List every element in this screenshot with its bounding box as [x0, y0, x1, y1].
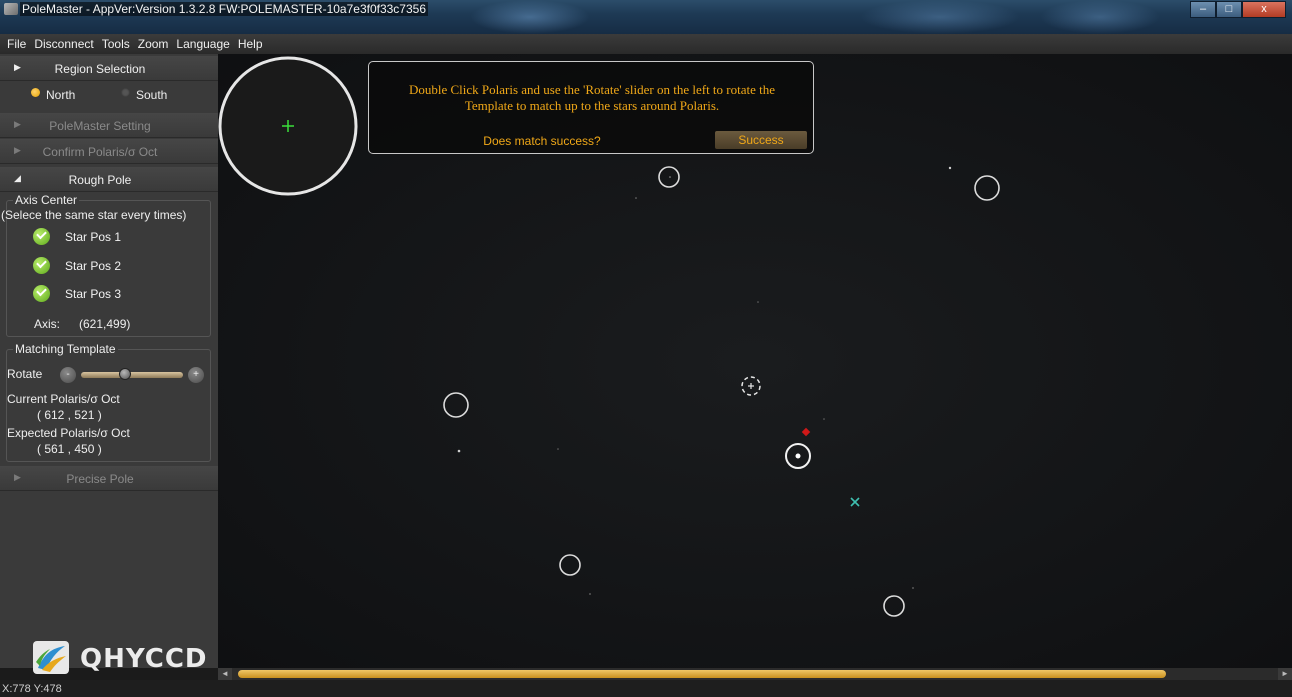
section-region-selection[interactable]: ▶ Region Selection — [0, 56, 218, 81]
radio-north-label[interactable]: North — [46, 88, 75, 102]
rotate-label: Rotate — [7, 367, 43, 381]
section-polemaster-setting[interactable]: ▶ PoleMaster Setting — [0, 113, 218, 138]
menu-zoom[interactable]: Zoom — [135, 37, 174, 51]
cursor-coordinates: X:778 Y:478 — [2, 683, 62, 695]
axis-center-subtitle: (Selece the same star every times) — [1, 208, 187, 222]
checkmark-icon — [33, 228, 50, 245]
menu-tools[interactable]: Tools — [99, 37, 135, 51]
close-button[interactable]: x — [1242, 1, 1286, 18]
current-polaris-value: ( 612 , 521 ) — [37, 408, 102, 422]
window-title: PoleMaster - AppVer:Version 1.3.2.8 FW:P… — [20, 2, 428, 16]
star — [669, 176, 671, 178]
status-bar: X:778 Y:478 — [0, 680, 1292, 697]
rotate-minus-button[interactable]: - — [60, 367, 76, 383]
menu-disconnect[interactable]: Disconnect — [31, 37, 98, 51]
section-confirm-polaris[interactable]: ▶ Confirm Polaris/σ Oct — [0, 139, 218, 164]
star — [557, 448, 559, 450]
instruction-dialog: Double Click Polaris and use the 'Rotate… — [368, 61, 814, 154]
axis-center-title: Axis Center — [13, 193, 80, 207]
magnifier-loupe — [218, 56, 358, 196]
star — [589, 593, 591, 595]
current-polaris-label: Current Polaris/σ Oct — [7, 392, 120, 406]
checkmark-icon — [33, 285, 50, 302]
expected-polaris-value: ( 561 , 450 ) — [37, 442, 102, 456]
star — [912, 587, 914, 589]
horizontal-scrollbar[interactable]: ◄ ► — [218, 668, 1292, 680]
section-label: Rough Pole — [68, 173, 132, 187]
scroll-left-arrow-icon[interactable]: ◄ — [218, 668, 232, 680]
checkmark-icon — [33, 257, 50, 274]
matching-template-group: Matching Template Rotate - + Current Pol… — [6, 342, 211, 462]
expected-polaris-label: Expected Polaris/σ Oct — [7, 426, 130, 440]
app-icon — [4, 3, 18, 15]
axis-label: Axis: — [34, 317, 61, 331]
section-label: Region Selection — [54, 62, 146, 76]
star — [757, 301, 759, 303]
sidebar: ▶ Region Selection North South ▶ PoleMas… — [0, 54, 218, 674]
star — [457, 449, 461, 453]
star — [948, 166, 952, 170]
rotate-slider-knob[interactable] — [118, 368, 131, 380]
section-label: Precise Pole — [66, 472, 134, 486]
menu-bar: File Disconnect Tools Zoom Language Help — [0, 34, 1292, 54]
instruction-line-2: Template to match up to the stars around… — [464, 98, 720, 113]
scroll-right-arrow-icon[interactable]: ► — [1278, 668, 1292, 680]
star-pos-label: Star Pos 3 — [65, 287, 122, 301]
menu-help[interactable]: Help — [235, 37, 268, 51]
instruction-line-1: Double Click Polaris and use the 'Rotate… — [408, 82, 776, 97]
section-rough-pole[interactable]: ◢ Rough Pole — [0, 167, 218, 192]
menu-file[interactable]: File — [4, 37, 31, 51]
qhyccd-logo: QHYCCD — [32, 640, 207, 680]
star-pos-label: Star Pos 1 — [65, 230, 122, 244]
section-precise-pole[interactable]: ▶ Precise Pole — [0, 466, 218, 491]
region-radio-group: North South — [0, 84, 218, 104]
menu-language[interactable]: Language — [173, 37, 234, 51]
instruction-message: Double Click Polaris and use the 'Rotate… — [379, 82, 805, 114]
minimize-button[interactable]: – — [1190, 1, 1216, 18]
radio-south-label[interactable]: South — [136, 88, 167, 102]
rotate-plus-button[interactable]: + — [188, 367, 204, 383]
matching-template-title: Matching Template — [13, 342, 118, 356]
title-bar: PoleMaster - AppVer:Version 1.3.2.8 FW:P… — [0, 0, 1292, 34]
scrollbar-thumb[interactable] — [238, 670, 1166, 678]
maximize-button[interactable]: □ — [1216, 1, 1242, 18]
star — [823, 418, 825, 420]
star — [635, 197, 637, 199]
match-question: Does match success? — [483, 134, 601, 148]
section-label: Confirm Polaris/σ Oct — [42, 145, 158, 159]
radio-north[interactable] — [31, 88, 40, 97]
section-label: PoleMaster Setting — [49, 119, 151, 133]
logo-text: QHYCCD — [80, 644, 208, 674]
axis-center-group: Axis Center (Selece the same star every … — [1, 193, 211, 337]
axis-value: (621,499) — [79, 317, 131, 331]
qhyccd-logo-mark — [33, 641, 69, 674]
radio-south[interactable] — [121, 88, 130, 97]
success-button[interactable]: Success — [715, 131, 807, 149]
star-pos-label: Star Pos 2 — [65, 259, 122, 273]
rotate-slider[interactable] — [81, 368, 183, 380]
